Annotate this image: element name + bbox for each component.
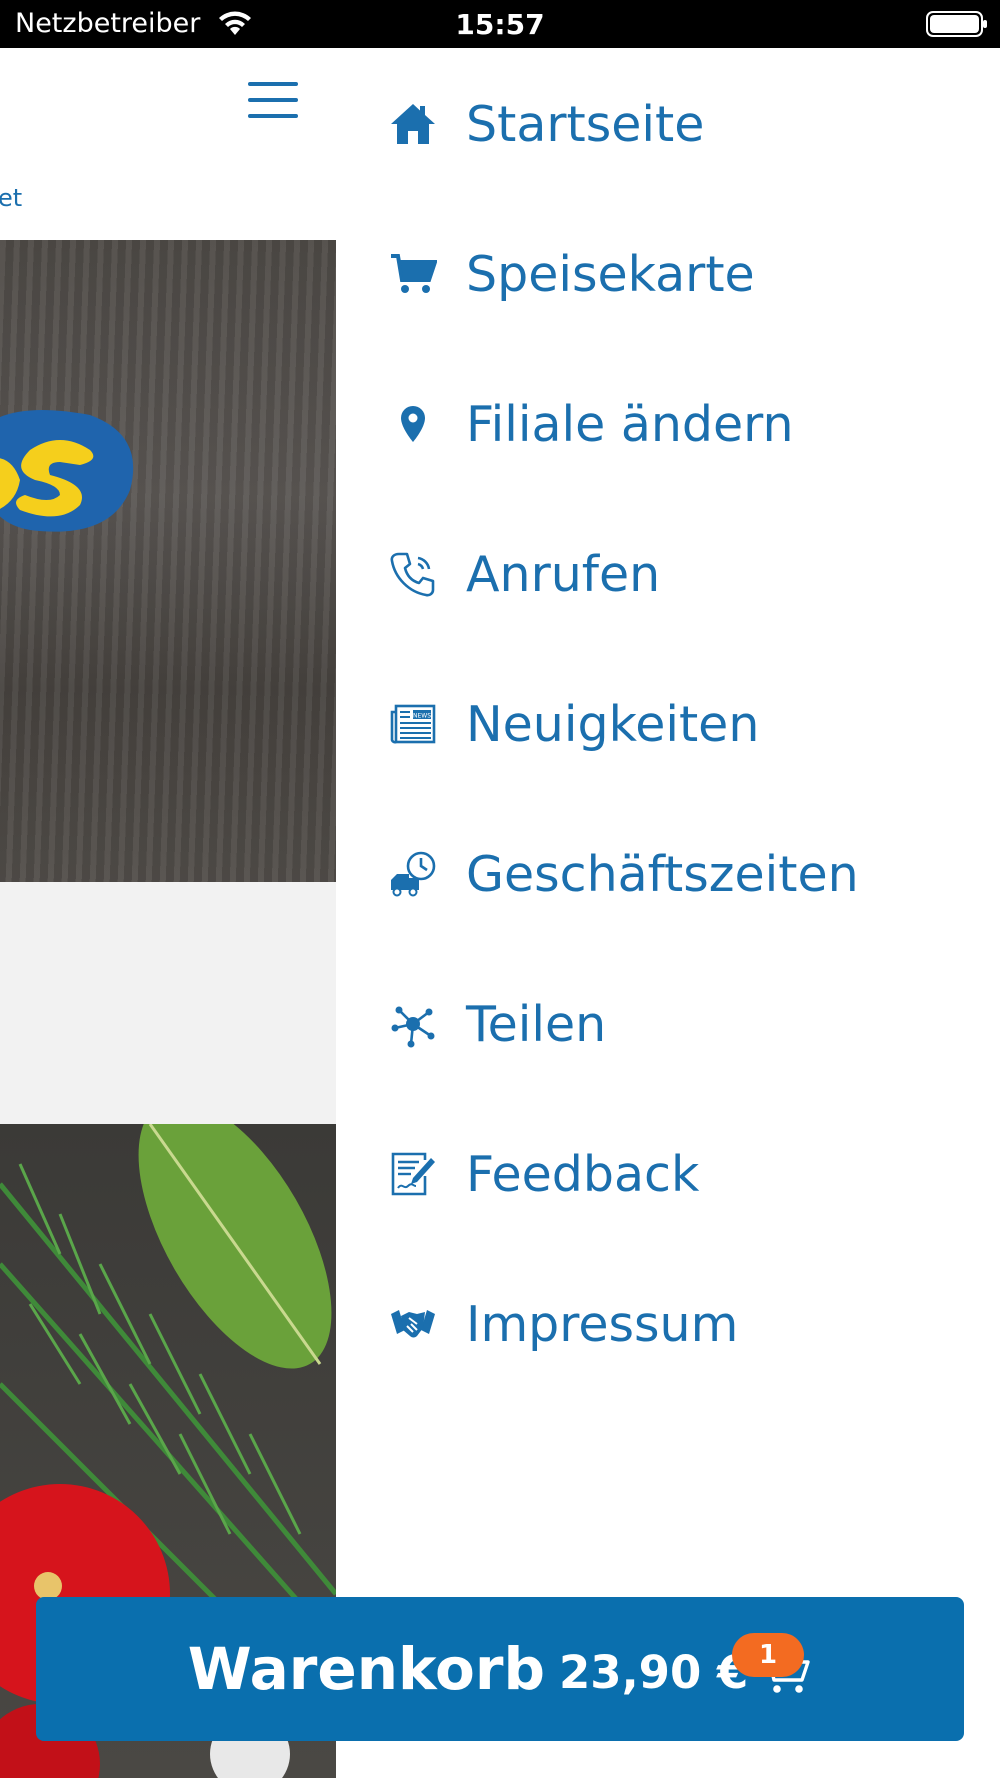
cart-count-badge: 1 <box>732 1633 804 1677</box>
breadcrumb-fragment[interactable]: et <box>0 184 22 212</box>
side-drawer-menu: Startseite Speisekarte Filiale ändern An… <box>336 48 1000 1778</box>
cart-icon <box>388 249 438 299</box>
background-page: et <box>0 48 336 1778</box>
share-icon <box>388 999 438 1049</box>
menu-item-impressum[interactable]: Impressum <box>336 1274 1000 1374</box>
battery-icon <box>926 11 987 37</box>
menu-item-geschaeftszeiten[interactable]: Geschäftszeiten <box>336 824 1000 924</box>
cart-title: Warenkorb <box>187 1635 545 1703</box>
menu-item-feedback[interactable]: Feedback <box>336 1124 1000 1224</box>
menu-item-speisekarte[interactable]: Speisekarte <box>336 224 1000 324</box>
status-bar: Netzbetreiber 15:57 <box>0 0 1000 48</box>
menu-item-label: Startseite <box>466 95 705 153</box>
handshake-icon <box>388 1299 438 1349</box>
hamburger-menu-icon[interactable] <box>248 82 298 120</box>
menu-item-neuigkeiten[interactable]: NEWS Neuigkeiten <box>336 674 1000 774</box>
menu-item-filiale-aendern[interactable]: Filiale ändern <box>336 374 1000 474</box>
hero-image <box>0 240 336 882</box>
svg-text:NEWS: NEWS <box>413 713 431 720</box>
menu-item-label: Anrufen <box>466 545 661 603</box>
feedback-icon <box>388 1149 438 1199</box>
menu-item-label: Speisekarte <box>466 245 755 303</box>
menu-item-label: Filiale ändern <box>466 395 794 453</box>
restaurant-logo-fragment <box>0 410 134 532</box>
location-pin-icon <box>388 399 438 449</box>
menu-item-label: Geschäftszeiten <box>466 845 859 903</box>
content-placeholder <box>0 882 336 1124</box>
menu-item-startseite[interactable]: Startseite <box>336 74 1000 174</box>
phone-icon <box>388 549 438 599</box>
menu-item-teilen[interactable]: Teilen <box>336 974 1000 1074</box>
cart-button[interactable]: Warenkorb 23,90 € 1 <box>36 1597 964 1741</box>
delivery-clock-icon <box>388 849 438 899</box>
menu-item-anrufen[interactable]: Anrufen <box>336 524 1000 624</box>
cart-total: 23,90 € <box>558 1645 749 1699</box>
menu-item-label: Impressum <box>466 1295 739 1353</box>
clock: 15:57 <box>455 8 545 41</box>
home-icon <box>388 99 438 149</box>
menu-item-label: Neuigkeiten <box>466 695 760 753</box>
newspaper-icon: NEWS <box>388 699 438 749</box>
menu-item-label: Feedback <box>466 1145 700 1203</box>
menu-item-label: Teilen <box>466 995 607 1053</box>
